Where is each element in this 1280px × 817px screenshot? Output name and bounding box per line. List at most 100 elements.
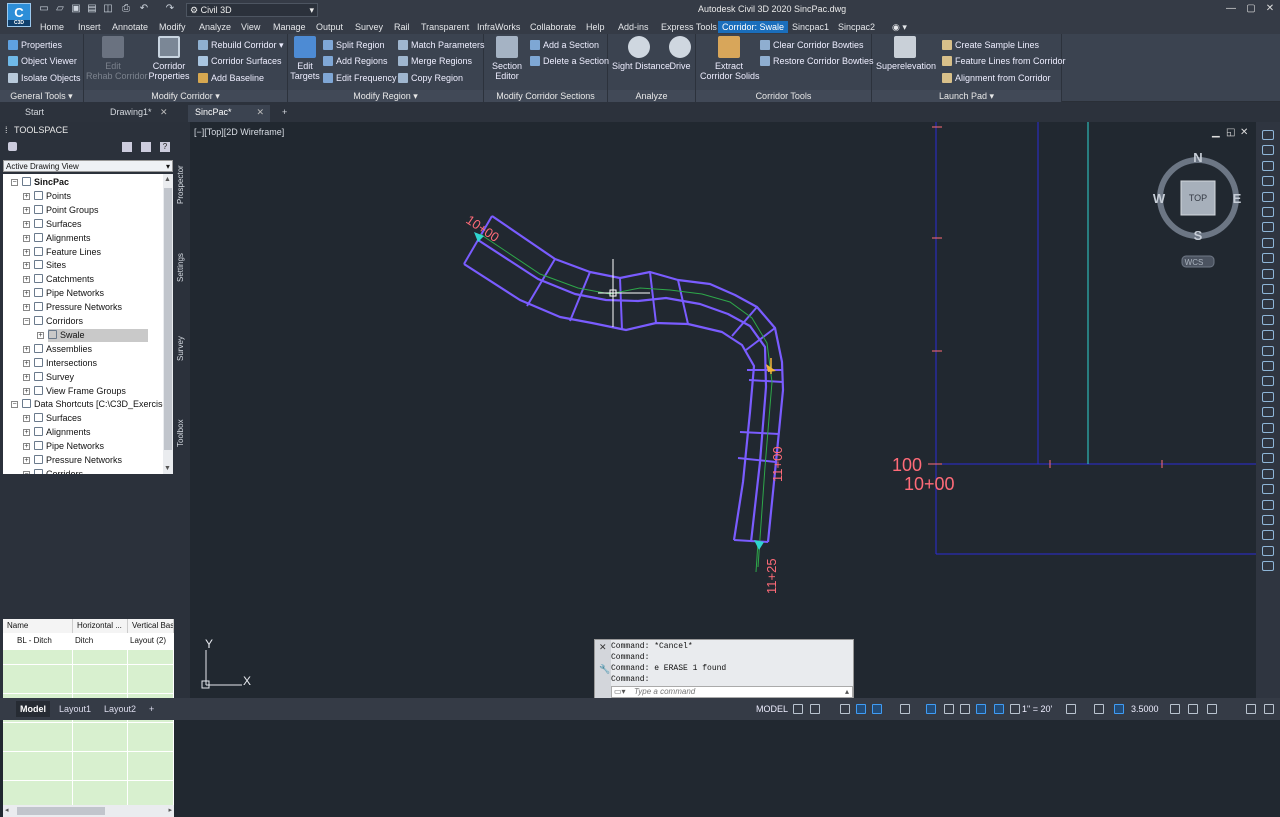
- tab-toolbox[interactable]: Toolbox: [176, 414, 190, 452]
- new-file-icon[interactable]: ▭: [38, 3, 50, 15]
- corridor-surfaces-button[interactable]: Corridor Surfaces: [198, 54, 282, 68]
- tab-sincpac1[interactable]: Sincpac1: [792, 21, 829, 33]
- restore-bowties-button[interactable]: Restore Corridor Bowties: [760, 54, 874, 68]
- tree-item[interactable]: Pipe Networks: [34, 440, 104, 453]
- scroll-thumb[interactable]: [164, 188, 172, 450]
- isodraft-icon[interactable]: [872, 704, 882, 714]
- scroll-down-icon[interactable]: ▼: [164, 465, 171, 472]
- panel-title-modify-region[interactable]: Modify Region ▾: [288, 90, 483, 102]
- tab-analyze[interactable]: Analyze: [199, 21, 231, 33]
- edit-targets-button[interactable]: Edit Targets: [289, 36, 321, 81]
- grid-hscrollbar[interactable]: ◂ ▸: [3, 805, 174, 817]
- tree-expander[interactable]: +: [23, 276, 30, 284]
- superelevation-button[interactable]: Superelevation: [876, 36, 936, 71]
- menu-icon[interactable]: [1264, 704, 1274, 714]
- close-icon[interactable]: ✕: [599, 642, 607, 653]
- grid-icon[interactable]: [793, 704, 803, 714]
- zoom-icon[interactable]: [1262, 484, 1274, 495]
- object-snap-icon[interactable]: [926, 704, 936, 714]
- plus-icon[interactable]: [1094, 704, 1104, 714]
- autoscale-icon[interactable]: [1010, 704, 1020, 714]
- scroll-up-icon[interactable]: ▲: [164, 176, 171, 183]
- print-icon[interactable]: ⎙: [120, 3, 132, 15]
- trim-icon[interactable]: [1262, 345, 1274, 356]
- corridor-properties-button[interactable]: Corridor Properties: [146, 36, 192, 81]
- compass-east[interactable]: E: [1233, 191, 1242, 206]
- tree-expander[interactable]: +: [23, 373, 30, 381]
- app-logo[interactable]: C3D C: [7, 3, 31, 27]
- tree-item[interactable]: View Frame Groups: [34, 385, 126, 398]
- workspace-dropdown[interactable]: ⚙ Civil 3D ▾: [186, 3, 318, 17]
- open-file-icon[interactable]: ▱: [54, 3, 66, 15]
- split-region-button[interactable]: Split Region: [323, 38, 385, 52]
- viewport-restore-icon[interactable]: ◱: [1226, 127, 1235, 138]
- command-window[interactable]: ✕ 🔧 Command: *Cancel* Command: Command: …: [594, 639, 854, 700]
- command-prompt-icon[interactable]: ▭▾: [614, 687, 626, 697]
- mirror-icon[interactable]: [1262, 299, 1274, 310]
- scroll-right-icon[interactable]: ▸: [168, 806, 172, 814]
- section-editor-button[interactable]: Section Editor: [490, 36, 524, 81]
- tab-transparent[interactable]: Transparent: [421, 21, 469, 33]
- viewport-close-icon[interactable]: ✕: [1240, 127, 1248, 138]
- wrench-icon[interactable]: 🔧: [599, 664, 610, 675]
- doc-tab-start[interactable]: Start: [0, 105, 44, 122]
- tree-expander[interactable]: +: [23, 443, 30, 451]
- object-viewer-button[interactable]: Object Viewer: [8, 54, 77, 68]
- view-dropdown[interactable]: Active Drawing View ▾: [3, 160, 173, 172]
- add-regions-button[interactable]: Add Regions: [323, 54, 388, 68]
- isolate-icon[interactable]: [1170, 704, 1180, 714]
- prospector-icon[interactable]: [8, 142, 17, 151]
- isolate-objects-button[interactable]: Isolate Objects: [8, 71, 81, 85]
- model-space-toggle[interactable]: MODEL: [756, 704, 788, 714]
- extract-corridor-solids-button[interactable]: Extract Corridor Solids: [700, 36, 760, 81]
- add-layout-button[interactable]: +: [145, 701, 158, 717]
- line-icon[interactable]: [1262, 145, 1274, 156]
- toggle-item-view-icon[interactable]: [122, 142, 132, 152]
- minimize-icon[interactable]: —: [1225, 3, 1237, 14]
- save-icon[interactable]: ▣: [70, 3, 82, 15]
- corridor-swale[interactable]: [463, 215, 785, 543]
- tree-item[interactable]: Intersections: [34, 357, 97, 370]
- grid-header-vertical[interactable]: Vertical Bas: [128, 619, 174, 633]
- tab-manage[interactable]: Manage: [273, 21, 306, 33]
- ortho-icon[interactable]: [840, 704, 850, 714]
- layout-tab-model[interactable]: Model: [16, 701, 50, 717]
- tree-expander[interactable]: +: [23, 290, 30, 298]
- maximize-icon[interactable]: ▢: [1245, 3, 1257, 14]
- tab-help[interactable]: Help: [586, 21, 605, 33]
- transparency-icon[interactable]: [960, 704, 970, 714]
- panel-title-launch-pad[interactable]: Launch Pad ▾: [872, 90, 1061, 102]
- sight-distance-button[interactable]: Sight Distance: [612, 36, 670, 71]
- annotation-visibility-icon[interactable]: [994, 704, 1004, 714]
- alignment-from-corridor-button[interactable]: Alignment from Corridor: [942, 71, 1051, 85]
- tree-item[interactable]: Alignments: [34, 426, 91, 439]
- match-icon[interactable]: [1262, 545, 1274, 556]
- match-parameters-button[interactable]: Match Parameters: [398, 38, 485, 52]
- close-icon[interactable]: ✕: [1264, 3, 1276, 14]
- tree-item[interactable]: Pressure Networks: [34, 454, 122, 467]
- preview-icon[interactable]: [141, 142, 151, 152]
- help-icon[interactable]: ?: [160, 142, 170, 152]
- doc-tab-drawing1[interactable]: Drawing1* ✕: [85, 105, 168, 122]
- grip-icon[interactable]: ⁞: [5, 122, 8, 138]
- delete-section-button[interactable]: Delete a Section: [530, 54, 609, 68]
- tree-expander[interactable]: −: [11, 401, 18, 409]
- tree-expander[interactable]: −: [23, 318, 30, 325]
- tab-settings[interactable]: Settings: [176, 248, 190, 288]
- lineweight-icon[interactable]: [944, 704, 954, 714]
- grid-header-horizontal[interactable]: Horizontal ...: [73, 619, 128, 633]
- tree-item[interactable]: Catchments: [34, 273, 94, 286]
- tab-view[interactable]: View: [241, 21, 260, 33]
- compass-west[interactable]: W: [1153, 191, 1166, 206]
- alignment-centerline[interactable]: [479, 233, 773, 568]
- select-icon[interactable]: [1262, 130, 1274, 140]
- tree-item[interactable]: Surfaces: [34, 218, 82, 231]
- tree-item[interactable]: Points: [34, 190, 71, 203]
- properties-button[interactable]: Properties: [8, 38, 62, 52]
- corridor-mid-edge[interactable]: [477, 239, 768, 543]
- orbit-icon[interactable]: [1262, 499, 1274, 510]
- tree-item[interactable]: Pipe Networks: [34, 287, 104, 300]
- fillet-icon[interactable]: [1262, 376, 1274, 387]
- clean-screen-icon[interactable]: [1207, 704, 1217, 714]
- rebuild-corridor-button[interactable]: Rebuild Corridor ▾: [198, 38, 284, 52]
